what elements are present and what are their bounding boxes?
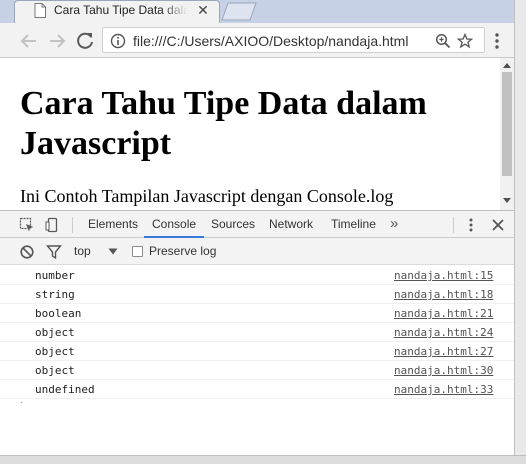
page-favicon-icon <box>34 3 46 18</box>
console-toolbar: top Preserve log <box>0 238 514 265</box>
divider <box>72 217 73 233</box>
console-row: boolean nandaja.html:21 <box>0 304 514 323</box>
close-devtools-icon[interactable] <box>490 217 506 233</box>
devtools-menu-icon[interactable] <box>463 217 479 233</box>
scroll-up-icon[interactable] <box>503 62 511 68</box>
source-link[interactable]: nandaja.html:15 <box>394 266 493 285</box>
context-selector[interactable]: top <box>74 238 91 265</box>
reload-icon[interactable] <box>74 30 96 52</box>
source-link[interactable]: nandaja.html:24 <box>394 323 493 342</box>
device-toolbar-icon[interactable] <box>45 217 61 233</box>
console-message: number <box>35 269 75 282</box>
menu-dots-icon[interactable] <box>490 30 504 52</box>
console-row: object nandaja.html:24 <box>0 323 514 342</box>
filter-icon[interactable] <box>46 244 62 260</box>
source-link[interactable]: nandaja.html:33 <box>394 380 493 399</box>
tab-close-icon[interactable]: ✕ <box>196 2 210 18</box>
window-bottom-edge <box>0 455 526 464</box>
console-message: string <box>35 288 75 301</box>
forward-arrow-icon[interactable] <box>46 30 68 52</box>
console-message: object <box>35 326 75 339</box>
divider <box>453 217 454 233</box>
devtools-tab-bar: Elements Console Sources Network Timelin… <box>0 211 514 238</box>
preserve-log-label: Preserve log <box>149 244 217 258</box>
console-prompt-icon[interactable]: ˙ <box>20 401 24 413</box>
more-tabs-icon[interactable]: » <box>390 211 398 237</box>
new-tab-button[interactable] <box>220 2 258 21</box>
page-scrollbar[interactable] <box>500 58 514 210</box>
star-icon[interactable] <box>457 33 473 49</box>
tab-sources[interactable]: Sources <box>211 211 255 238</box>
scroll-thumb[interactable] <box>502 72 512 176</box>
console-message: undefined <box>35 383 95 396</box>
console-row: string nandaja.html:18 <box>0 285 514 304</box>
page-paragraph: Ini Contoh Tampilan Javascript dengan Co… <box>20 186 394 206</box>
preserve-log-checkbox[interactable] <box>132 246 143 257</box>
source-link[interactable]: nandaja.html:30 <box>394 361 493 380</box>
scroll-down-icon[interactable] <box>503 198 511 204</box>
tab-timeline[interactable]: Timeline <box>331 211 376 238</box>
back-arrow-icon[interactable] <box>18 30 40 52</box>
tab-elements[interactable]: Elements <box>88 211 138 238</box>
url-text: file:///C:/Users/AXIOO/Desktop/nandaja.h… <box>133 33 409 49</box>
source-link[interactable]: nandaja.html:21 <box>394 304 493 323</box>
console-message: boolean <box>35 307 82 320</box>
console-row: undefined nandaja.html:33 <box>0 380 514 399</box>
inspect-element-icon[interactable] <box>19 217 35 233</box>
console-messages: number nandaja.html:15 string nandaja.html:… <box>0 266 514 399</box>
info-icon[interactable] <box>110 33 126 49</box>
browser-toolbar: file:///C:/Users/AXIOO/Desktop/nandaja.h… <box>0 23 526 58</box>
console-message: object <box>35 364 75 377</box>
console-row: object nandaja.html:30 <box>0 361 514 380</box>
devtools-panel: Elements Console Sources Network Timelin… <box>0 210 514 455</box>
page-heading: Cara Tahu Tipe Data dalam Javascript <box>20 85 427 162</box>
zoom-icon[interactable] <box>435 33 451 49</box>
console-row: object nandaja.html:27 <box>0 342 514 361</box>
chevron-down-icon[interactable] <box>108 248 118 255</box>
source-link[interactable]: nandaja.html:27 <box>394 342 493 361</box>
tab-console[interactable]: Console <box>144 211 205 238</box>
source-link[interactable]: nandaja.html:18 <box>394 285 493 304</box>
title-bar: Cara Tahu Tipe Data dalam Javascript ✕ <box>0 0 526 23</box>
console-row: number nandaja.html:15 <box>0 266 514 285</box>
window-edge <box>514 0 526 464</box>
page-viewport: Cara Tahu Tipe Data dalam Javascript Ini… <box>0 58 500 210</box>
tab-title: Cara Tahu Tipe Data dalam Javascript <box>54 3 188 17</box>
clear-console-icon[interactable] <box>19 244 35 260</box>
console-message: object <box>35 345 75 358</box>
tab-network[interactable]: Network <box>269 211 313 238</box>
address-bar[interactable]: file:///C:/Users/AXIOO/Desktop/nandaja.h… <box>102 27 485 53</box>
